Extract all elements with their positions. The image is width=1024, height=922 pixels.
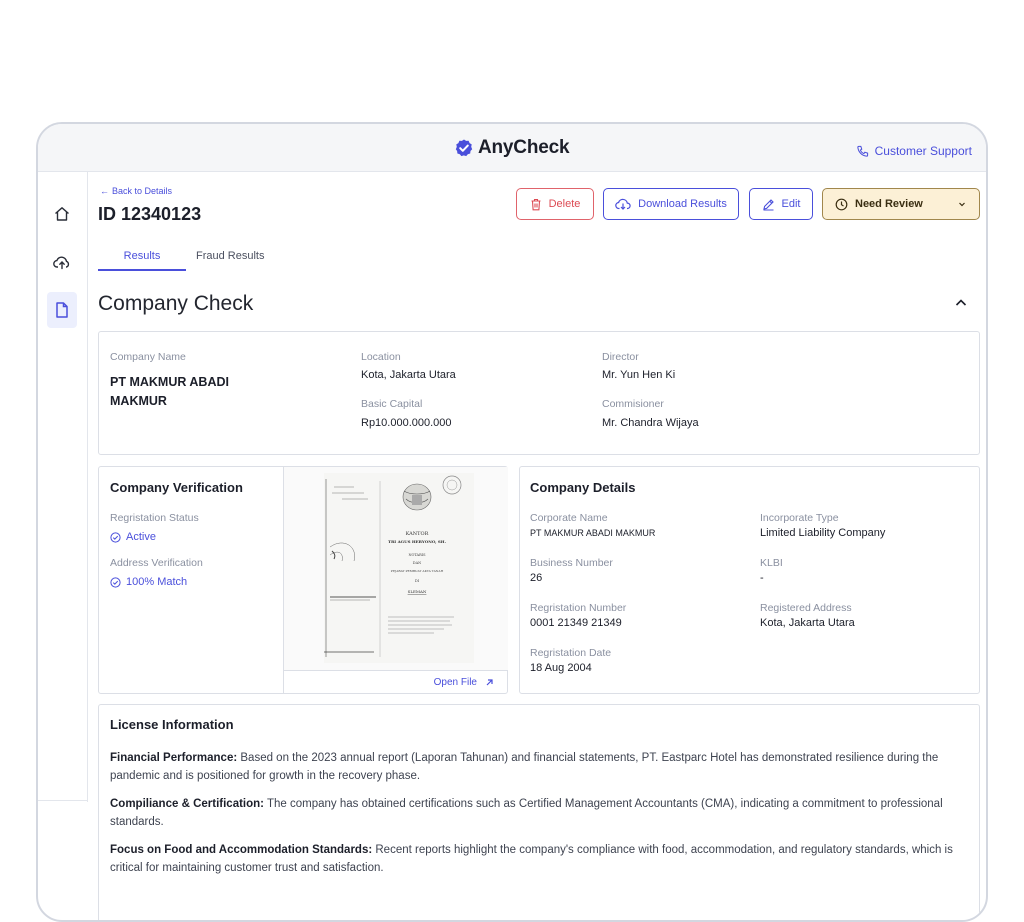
registered-address-value: Kota, Jakarta Utara xyxy=(760,617,855,629)
brand-logo[interactable]: AnyCheck xyxy=(454,137,570,159)
top-bar: AnyCheck Customer Support xyxy=(38,124,986,172)
paragraph-heading: Focus on Food and Accommodation Standard… xyxy=(110,844,373,856)
document-notary-text: TRI AGUS HERYONO, SH. xyxy=(388,539,447,544)
garuda-emblem xyxy=(402,483,432,511)
phone-icon xyxy=(856,145,868,157)
check-circle-icon xyxy=(110,576,121,588)
incorporate-type-label: Incorporate Type xyxy=(760,512,839,524)
customer-support-label: Customer Support xyxy=(874,144,972,158)
company-name-label: Company Name xyxy=(110,351,186,363)
verification-title: Company Verification xyxy=(110,480,243,495)
license-paragraph: Focus on Food and Accommodation Standard… xyxy=(110,841,970,877)
location-value: Kota, Jakarta Utara xyxy=(361,369,456,381)
status-dropdown[interactable]: Need Review xyxy=(822,188,980,220)
license-information-card: License Information Financial Performanc… xyxy=(98,704,980,920)
document-office-text: KANTOR xyxy=(406,531,429,537)
download-label: Download Results xyxy=(638,198,727,210)
license-paragraph: Financial Performance: Based on the 2023… xyxy=(110,749,970,785)
commisioner-value: Mr. Chandra Wijaya xyxy=(602,417,699,429)
check-circle-icon xyxy=(110,531,121,543)
director-label: Director xyxy=(602,351,639,363)
edit-button[interactable]: Edit xyxy=(749,188,813,220)
capital-label: Basic Capital xyxy=(361,398,423,410)
license-title: License Information xyxy=(110,717,234,732)
director-value: Mr. Yun Hen Ki xyxy=(602,369,676,381)
back-to-details-link[interactable]: ← Back to Details xyxy=(100,186,172,196)
address-verification-value: 100% Match xyxy=(126,576,188,588)
document-line-1: NOTARIS xyxy=(408,553,426,557)
location-label: Location xyxy=(361,351,401,363)
reg-number-label: Regristation Number xyxy=(530,602,627,614)
verification-info: Company Verification Regristation Status… xyxy=(99,467,283,693)
chevron-down-icon xyxy=(959,202,965,207)
brand-name: AnyCheck xyxy=(478,137,570,158)
capital-value: Rp10.000.000.000 xyxy=(361,417,452,429)
home-icon xyxy=(55,207,69,221)
address-verification-label: Address Verification xyxy=(110,557,203,569)
status-label: Need Review xyxy=(855,198,923,210)
sidebar-item-home[interactable] xyxy=(47,196,77,232)
trash-icon xyxy=(531,198,541,210)
business-number-value: 26 xyxy=(530,572,543,584)
license-paragraph: Compiliance & Certification: The company… xyxy=(110,795,970,831)
klbi-label: KLBI xyxy=(760,557,783,569)
company-verification-card: Company Verification Regristation Status… xyxy=(98,466,508,694)
arrow-left-icon: ← xyxy=(100,186,109,196)
company-name-line1: PT MAKMUR ABADI xyxy=(110,375,229,389)
open-file-link[interactable]: Open File xyxy=(283,670,508,694)
company-name-line2: MAKMUR xyxy=(110,394,167,408)
company-name-value: PT MAKMUR ABADI MAKMUR xyxy=(110,373,250,411)
company-summary-card: Company Name PT MAKMUR ABADI MAKMUR Loca… xyxy=(98,331,980,455)
reg-date-value: 18 Aug 2004 xyxy=(530,662,592,674)
incorporate-type-value: Limited Liability Company xyxy=(760,527,886,539)
reg-number-value: 0001 21349 21349 xyxy=(530,617,622,629)
reg-status-value: Active xyxy=(126,531,156,543)
document-preview[interactable]: KANTOR TRI AGUS HERYONO, SH. NOTARIS DAN… xyxy=(283,467,508,670)
edit-label: Edit xyxy=(781,198,801,210)
sidebar-item-upload[interactable] xyxy=(47,244,77,280)
details-title: Company Details xyxy=(530,480,636,495)
klbi-value: - xyxy=(760,572,764,584)
sidebar xyxy=(38,172,88,802)
external-link-icon xyxy=(486,679,493,686)
business-number-label: Business Number xyxy=(530,557,613,569)
corporate-name-label: Corporate Name xyxy=(530,512,608,524)
corporate-name-value: PT MAKMUR ABADI MAKMUR xyxy=(530,528,656,538)
document-line-2: DAN xyxy=(413,561,421,565)
reg-status-label: Regristation Status xyxy=(110,512,199,524)
app-window: AnyCheck Customer Support ← Back to Deta… xyxy=(36,122,988,922)
scanned-document-image: KANTOR TRI AGUS HERYONO, SH. NOTARIS DAN… xyxy=(284,467,508,670)
reg-status-badge: Active xyxy=(110,531,156,543)
paragraph-heading: Compiliance & Certification: xyxy=(110,798,264,810)
paragraph-heading: Financial Performance: xyxy=(110,752,238,764)
document-line-4: DI xyxy=(415,579,420,583)
sidebar-divider xyxy=(38,800,88,801)
delete-button[interactable]: Delete xyxy=(516,188,594,220)
customer-support-link[interactable]: Customer Support xyxy=(856,144,972,158)
back-label: Back to Details xyxy=(112,186,173,196)
reg-date-label: Regristation Date xyxy=(530,647,612,659)
commisioner-label: Commisioner xyxy=(602,398,664,410)
download-results-button[interactable]: Download Results xyxy=(603,188,739,220)
chevron-up-icon[interactable] xyxy=(954,296,968,310)
sidebar-item-documents[interactable] xyxy=(47,292,77,328)
tab-fraud-results[interactable]: Fraud Results xyxy=(196,250,264,262)
cloud-download-icon xyxy=(615,198,631,210)
registered-address-label: Registered Address xyxy=(760,602,852,614)
cloud-upload-icon xyxy=(53,256,70,270)
clock-icon xyxy=(835,198,848,210)
check-badge-icon xyxy=(455,139,473,157)
pencil-icon xyxy=(762,198,774,211)
record-id: ID 12340123 xyxy=(98,204,202,224)
open-file-label: Open File xyxy=(433,677,477,688)
document-line-5: SLEMAN xyxy=(408,589,427,594)
tab-results[interactable]: Results xyxy=(98,250,186,271)
delete-label: Delete xyxy=(548,198,581,210)
document-line-3: PEJABAT PEMBUAT AKTA TANAH xyxy=(391,569,444,573)
document-icon xyxy=(56,302,68,318)
company-details-card: Company Details Corporate Name PT MAKMUR… xyxy=(519,466,980,694)
section-title: Company Check xyxy=(98,292,254,315)
address-verification-badge: 100% Match xyxy=(110,576,187,588)
